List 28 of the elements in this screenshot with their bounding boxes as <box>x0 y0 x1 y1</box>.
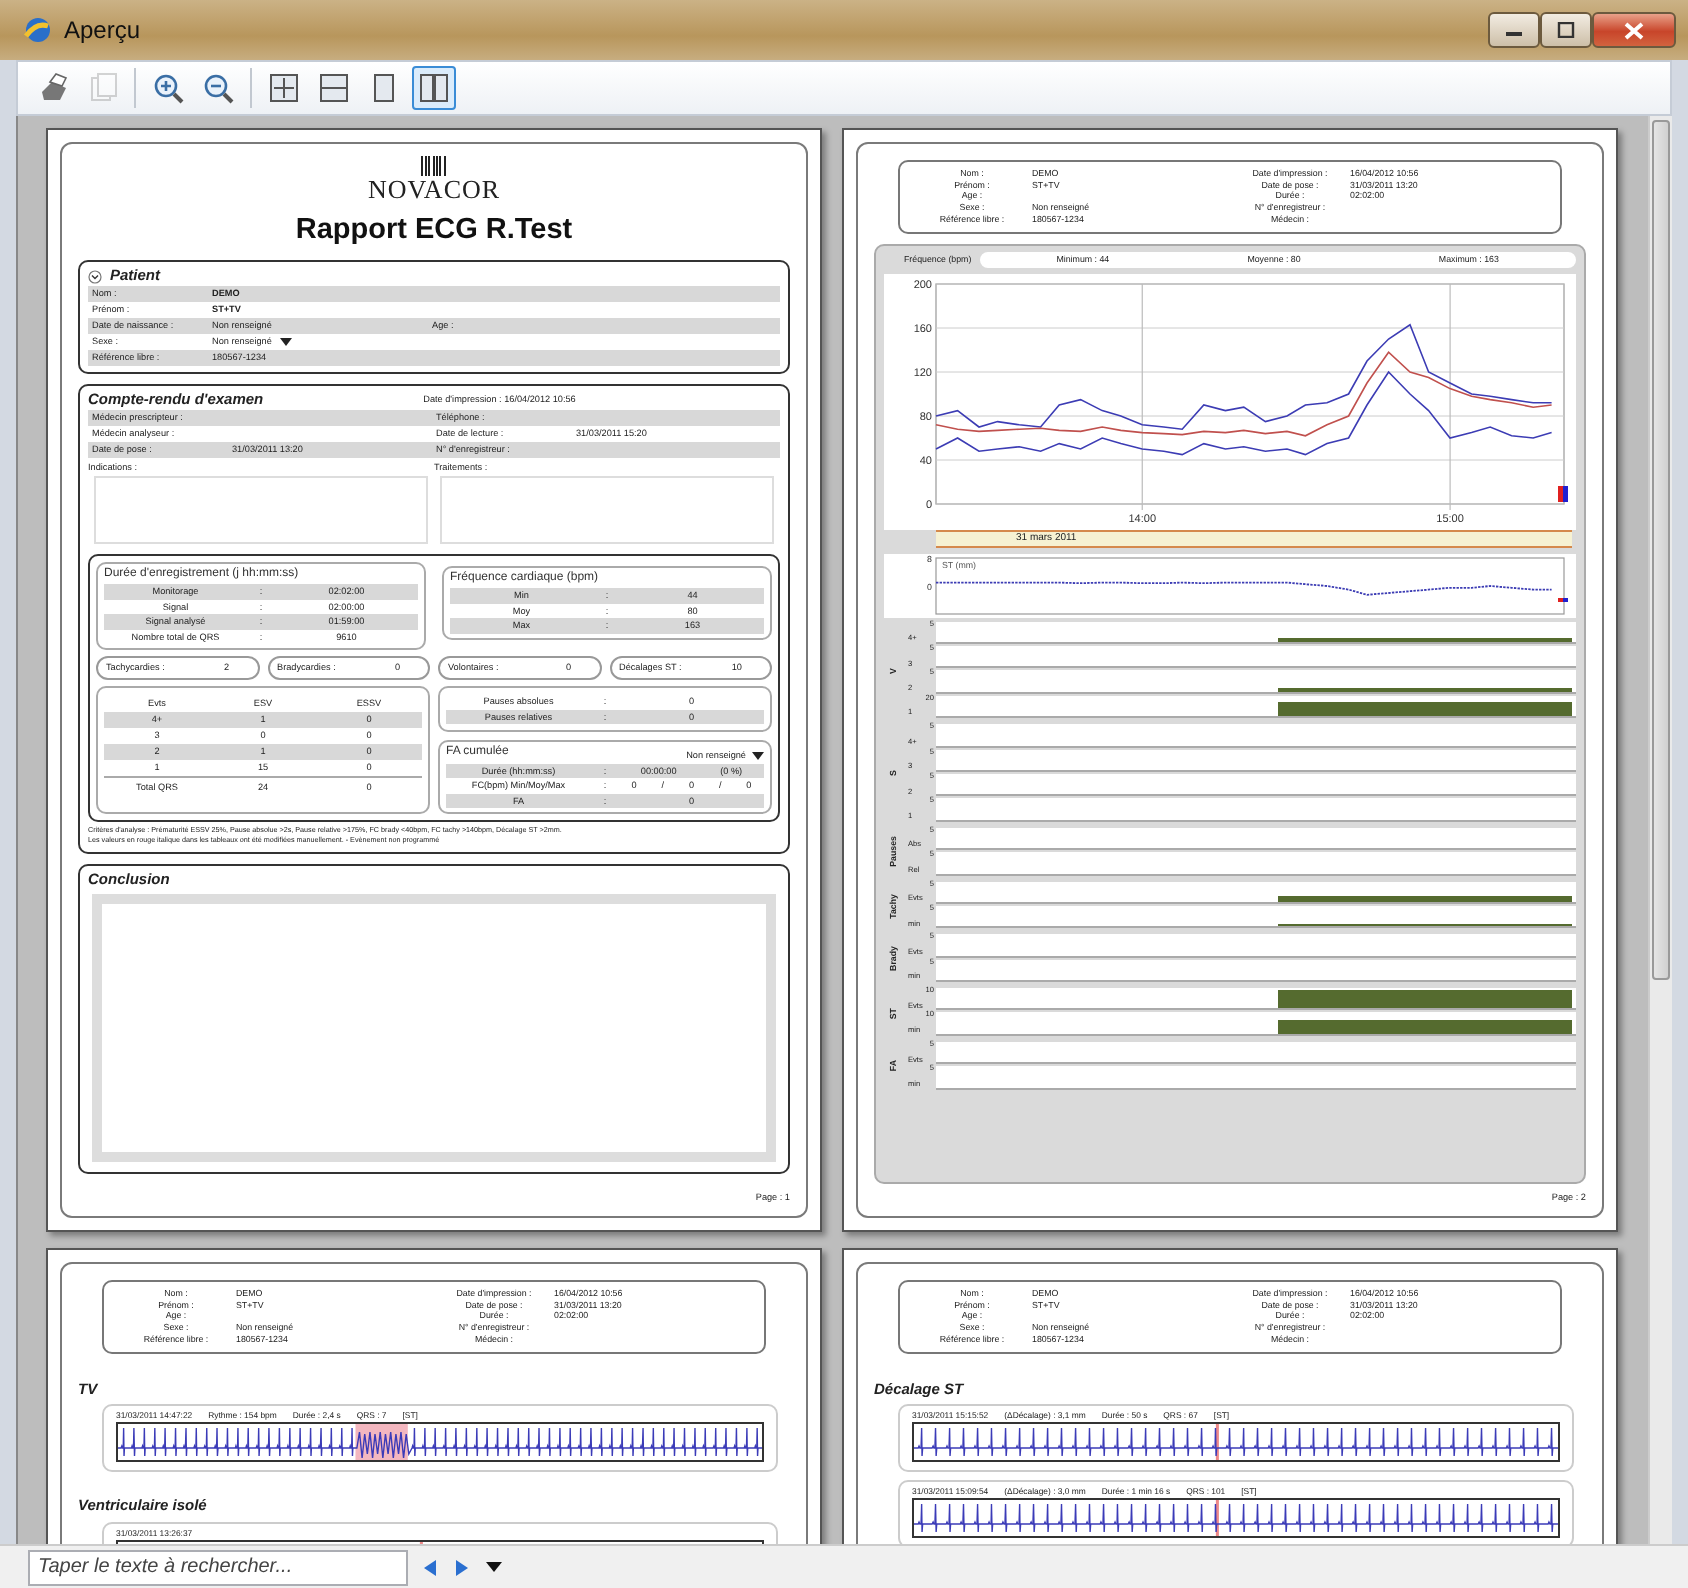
fit-page-icon <box>268 72 300 104</box>
series-marker-icon <box>1558 597 1568 602</box>
maximize-button[interactable] <box>1540 12 1592 48</box>
caret-down-icon <box>486 1562 502 1572</box>
report-title: Rapport ECG R.Test <box>293 214 575 249</box>
window-title: Aperçu <box>64 14 143 48</box>
maximize-icon <box>1556 22 1576 38</box>
close-icon <box>1624 21 1644 39</box>
close-button[interactable] <box>1592 12 1676 48</box>
pages-icon <box>86 72 118 104</box>
scrollbar-thumb[interactable] <box>1652 120 1670 980</box>
search-field[interactable]: Taper le texte à rechercher... <box>28 1549 408 1585</box>
app-icon <box>20 14 52 46</box>
conclusion-field[interactable] <box>92 893 776 1163</box>
arrow-left-icon <box>424 1559 436 1575</box>
series-marker-icon <box>1558 485 1568 502</box>
arrow-right-icon <box>456 1559 468 1575</box>
chevron-icon[interactable] <box>88 269 102 284</box>
page-width-icon <box>318 72 350 104</box>
zoom-in-icon <box>152 72 184 104</box>
two-pages-icon <box>418 72 450 104</box>
printer-icon <box>36 72 68 104</box>
barcode-icon <box>420 156 448 176</box>
two-pages-button[interactable] <box>412 66 456 110</box>
zoom-out-icon <box>202 72 234 104</box>
minimize-button[interactable] <box>1488 12 1540 48</box>
logo-text: NOVACOR <box>367 176 501 202</box>
single-page-icon <box>368 72 400 104</box>
